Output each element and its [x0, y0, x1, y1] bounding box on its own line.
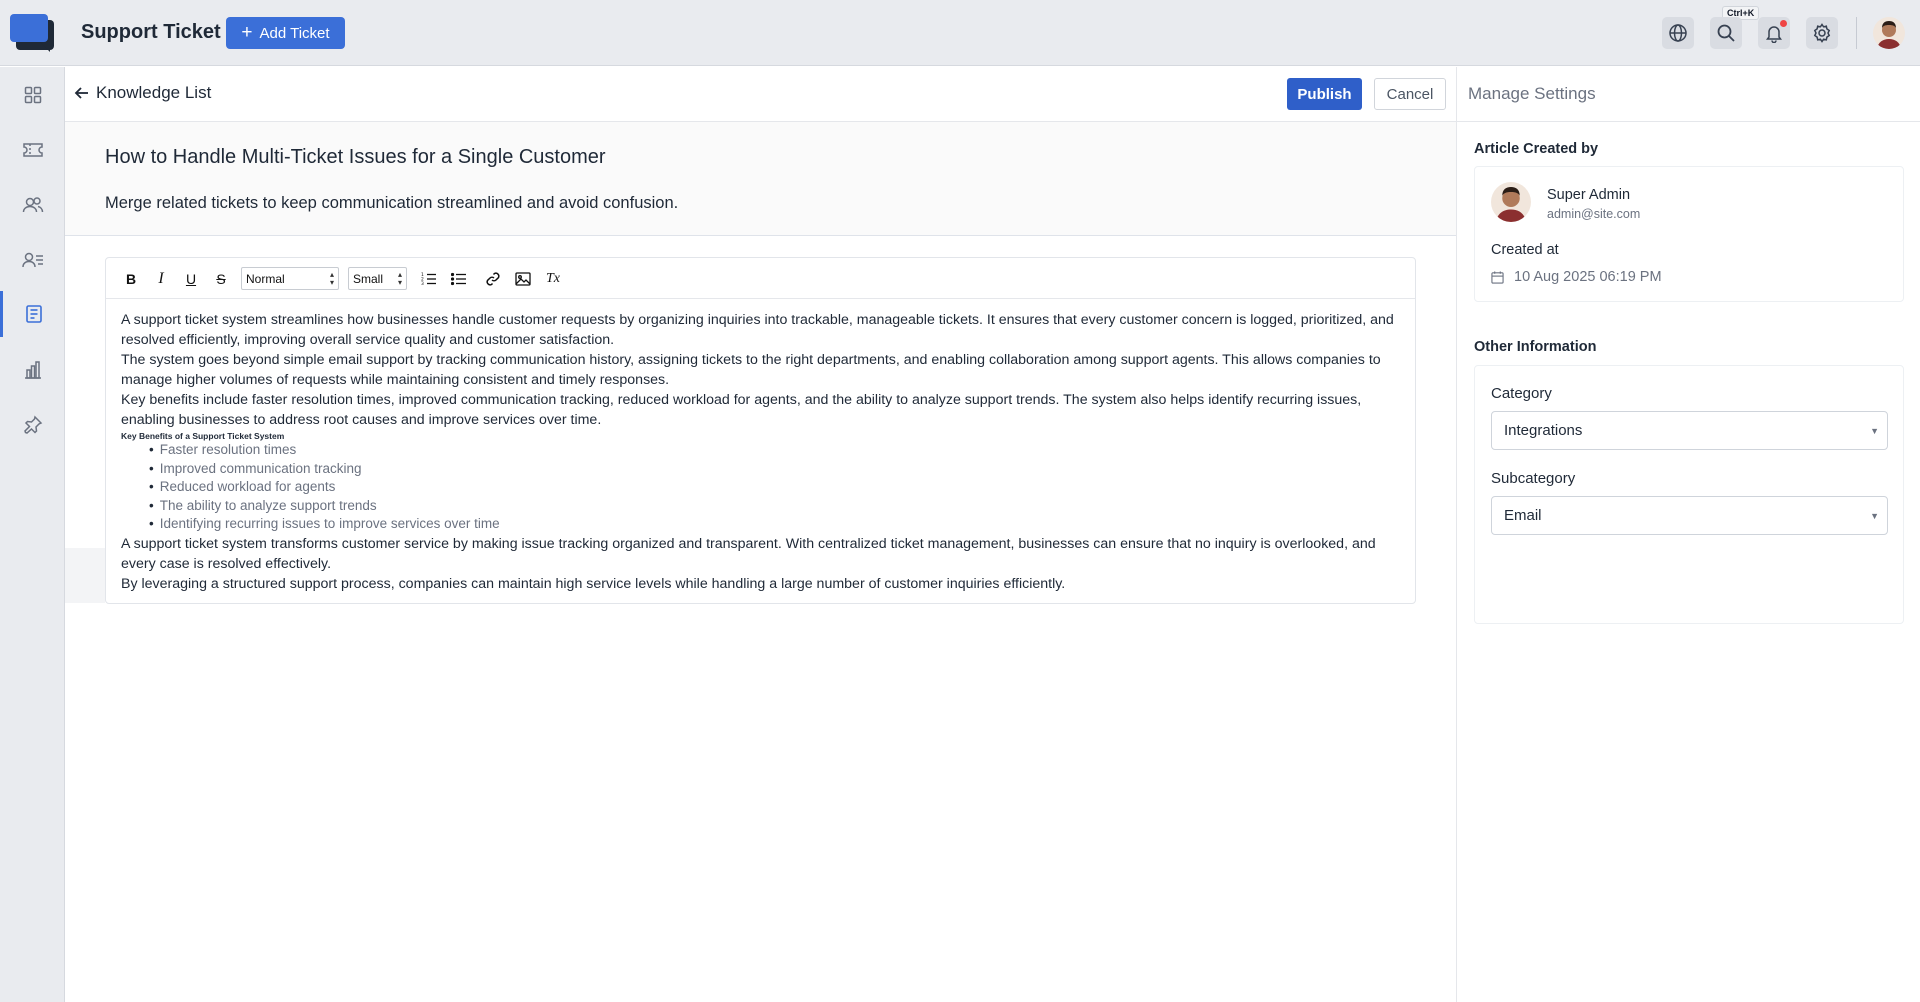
globe-icon[interactable]	[1662, 17, 1694, 49]
content-list-heading: Key Benefits of a Support Ticket System	[121, 431, 285, 441]
content-paragraph: By leveraging a structured support proce…	[121, 575, 1066, 592]
sidebar-item-tickets[interactable]	[0, 127, 65, 173]
creator-card: Super Admin admin@site.com Created at 10…	[1474, 166, 1904, 302]
image-icon	[515, 272, 531, 286]
content-paragraph: The system goes beyond simple email supp…	[121, 352, 1381, 388]
calendar-icon	[1491, 270, 1504, 284]
pin-icon	[23, 415, 42, 434]
sidebar	[0, 67, 65, 1002]
sidebar-item-knowledge[interactable]	[0, 291, 65, 337]
gear-icon[interactable]	[1806, 17, 1838, 49]
sidebar-item-pinned[interactable]	[0, 402, 65, 448]
contacts-icon	[21, 252, 43, 268]
settings-panel-title: Manage Settings	[1468, 84, 1596, 103]
arrow-left-icon	[74, 87, 88, 99]
bullet-list-icon	[451, 272, 466, 286]
creator-avatar	[1491, 182, 1531, 222]
content-paragraph: A support ticket system streamlines how …	[121, 312, 1394, 348]
sidebar-item-contacts[interactable]	[0, 237, 65, 283]
plus-icon: +	[241, 21, 253, 43]
select-arrows-icon: ▴ ▾	[397, 269, 402, 287]
rich-text-editor: B I U S Normal ▴ ▾ Small ▴ ▾ 1 2 3 Tx A …	[105, 257, 1416, 604]
strikethrough-button[interactable]: S	[211, 269, 231, 289]
list-item: Identifying recurring issues to improve …	[149, 515, 1411, 534]
created-at-label: Created at	[1491, 242, 1559, 258]
size-select[interactable]: Small ▴ ▾	[348, 267, 407, 290]
ticket-icon	[22, 143, 43, 157]
created-at-value: 10 Aug 2025 06:19 PM	[1491, 269, 1662, 285]
clear-format-button[interactable]: Tx	[543, 269, 563, 289]
add-ticket-button[interactable]: + Add Ticket	[226, 17, 345, 49]
sidebar-item-reports[interactable]	[0, 347, 65, 393]
subcategory-select-value: Email	[1504, 507, 1542, 524]
subcategory-select[interactable]: Email ▼	[1491, 496, 1888, 535]
caret-down-icon: ▼	[1870, 425, 1879, 436]
created-at-text: 10 Aug 2025 06:19 PM	[1514, 269, 1662, 285]
sidebar-item-dashboard[interactable]	[0, 72, 65, 118]
top-bar: Support Ticket + Add Ticket Ctrl+K	[0, 0, 1920, 66]
heading-select-value: Normal	[246, 271, 285, 286]
caret-down-icon: ▼	[1870, 510, 1879, 521]
category-label: Category	[1491, 385, 1552, 402]
content-paragraph: A support ticket system transforms custo…	[121, 535, 1376, 572]
notification-dot	[1780, 20, 1787, 27]
link-icon	[486, 272, 500, 286]
size-select-value: Small	[353, 271, 384, 286]
user-avatar[interactable]	[1873, 17, 1905, 49]
back-link-label: Knowledge List	[96, 83, 212, 102]
sidebar-item-users[interactable]	[0, 182, 65, 228]
link-button[interactable]	[483, 269, 503, 289]
other-information-card: Category Integrations ▼ Subcategory Emai…	[1474, 365, 1904, 624]
select-arrows-icon: ▴ ▾	[329, 269, 334, 287]
bold-button[interactable]: B	[121, 269, 141, 289]
ordered-list-icon: 1 2 3	[421, 272, 436, 286]
underline-button[interactable]: U	[181, 269, 201, 289]
article-title-input[interactable]: How to Handle Multi-Ticket Issues for a …	[105, 146, 606, 169]
app-logo-icon[interactable]	[10, 14, 54, 52]
image-button[interactable]	[513, 269, 533, 289]
manage-settings-panel: Manage Settings Article Created by Super…	[1456, 67, 1920, 1002]
content-benefits-list: Faster resolution times Improved communi…	[149, 441, 1411, 534]
list-item: Reduced workload for agents	[149, 478, 1411, 497]
editor-content[interactable]: A support ticket system streamlines how …	[121, 310, 1411, 594]
reports-icon	[24, 361, 41, 379]
search-icon[interactable]	[1710, 17, 1742, 49]
cancel-button[interactable]: Cancel	[1374, 78, 1446, 110]
app-title: Support Ticket	[81, 21, 221, 43]
other-information-heading: Other Information	[1474, 339, 1597, 355]
article-title-area: How to Handle Multi-Ticket Issues for a …	[65, 122, 1456, 236]
svg-text:3: 3	[421, 281, 424, 286]
editor-overflow-strip	[65, 548, 105, 603]
creator-email: admin@site.com	[1547, 207, 1641, 221]
article-summary-input[interactable]: Merge related tickets to keep communicat…	[105, 194, 678, 213]
subcategory-label: Subcategory	[1491, 470, 1576, 487]
list-item: Faster resolution times	[149, 441, 1411, 460]
add-ticket-label: Add Ticket	[259, 24, 330, 42]
editor-header: Knowledge List Publish Cancel	[65, 67, 1456, 122]
content-paragraph: Key benefits include faster resolution t…	[121, 392, 1362, 428]
list-item: The ability to analyze support trends	[149, 497, 1411, 516]
topbar-divider	[1856, 17, 1857, 49]
knowledge-icon	[26, 305, 42, 323]
editor-toolbar: B I U S Normal ▴ ▾ Small ▴ ▾ 1 2 3 Tx	[106, 258, 1415, 299]
category-select-value: Integrations	[1504, 422, 1583, 439]
bullet-list-button[interactable]	[449, 269, 469, 289]
bell-icon[interactable]	[1758, 17, 1790, 49]
dashboard-icon	[24, 86, 41, 104]
italic-button[interactable]: I	[151, 269, 171, 289]
category-select[interactable]: Integrations ▼	[1491, 411, 1888, 450]
list-item: Improved communication tracking	[149, 460, 1411, 479]
settings-panel-header: Manage Settings	[1457, 67, 1920, 122]
back-to-knowledge-list-link[interactable]: Knowledge List	[74, 83, 211, 103]
created-by-heading: Article Created by	[1474, 141, 1599, 157]
publish-button[interactable]: Publish	[1287, 78, 1362, 110]
heading-select[interactable]: Normal ▴ ▾	[241, 267, 339, 290]
ordered-list-button[interactable]: 1 2 3	[419, 269, 439, 289]
creator-name: Super Admin	[1547, 187, 1631, 203]
users-icon	[22, 197, 43, 213]
